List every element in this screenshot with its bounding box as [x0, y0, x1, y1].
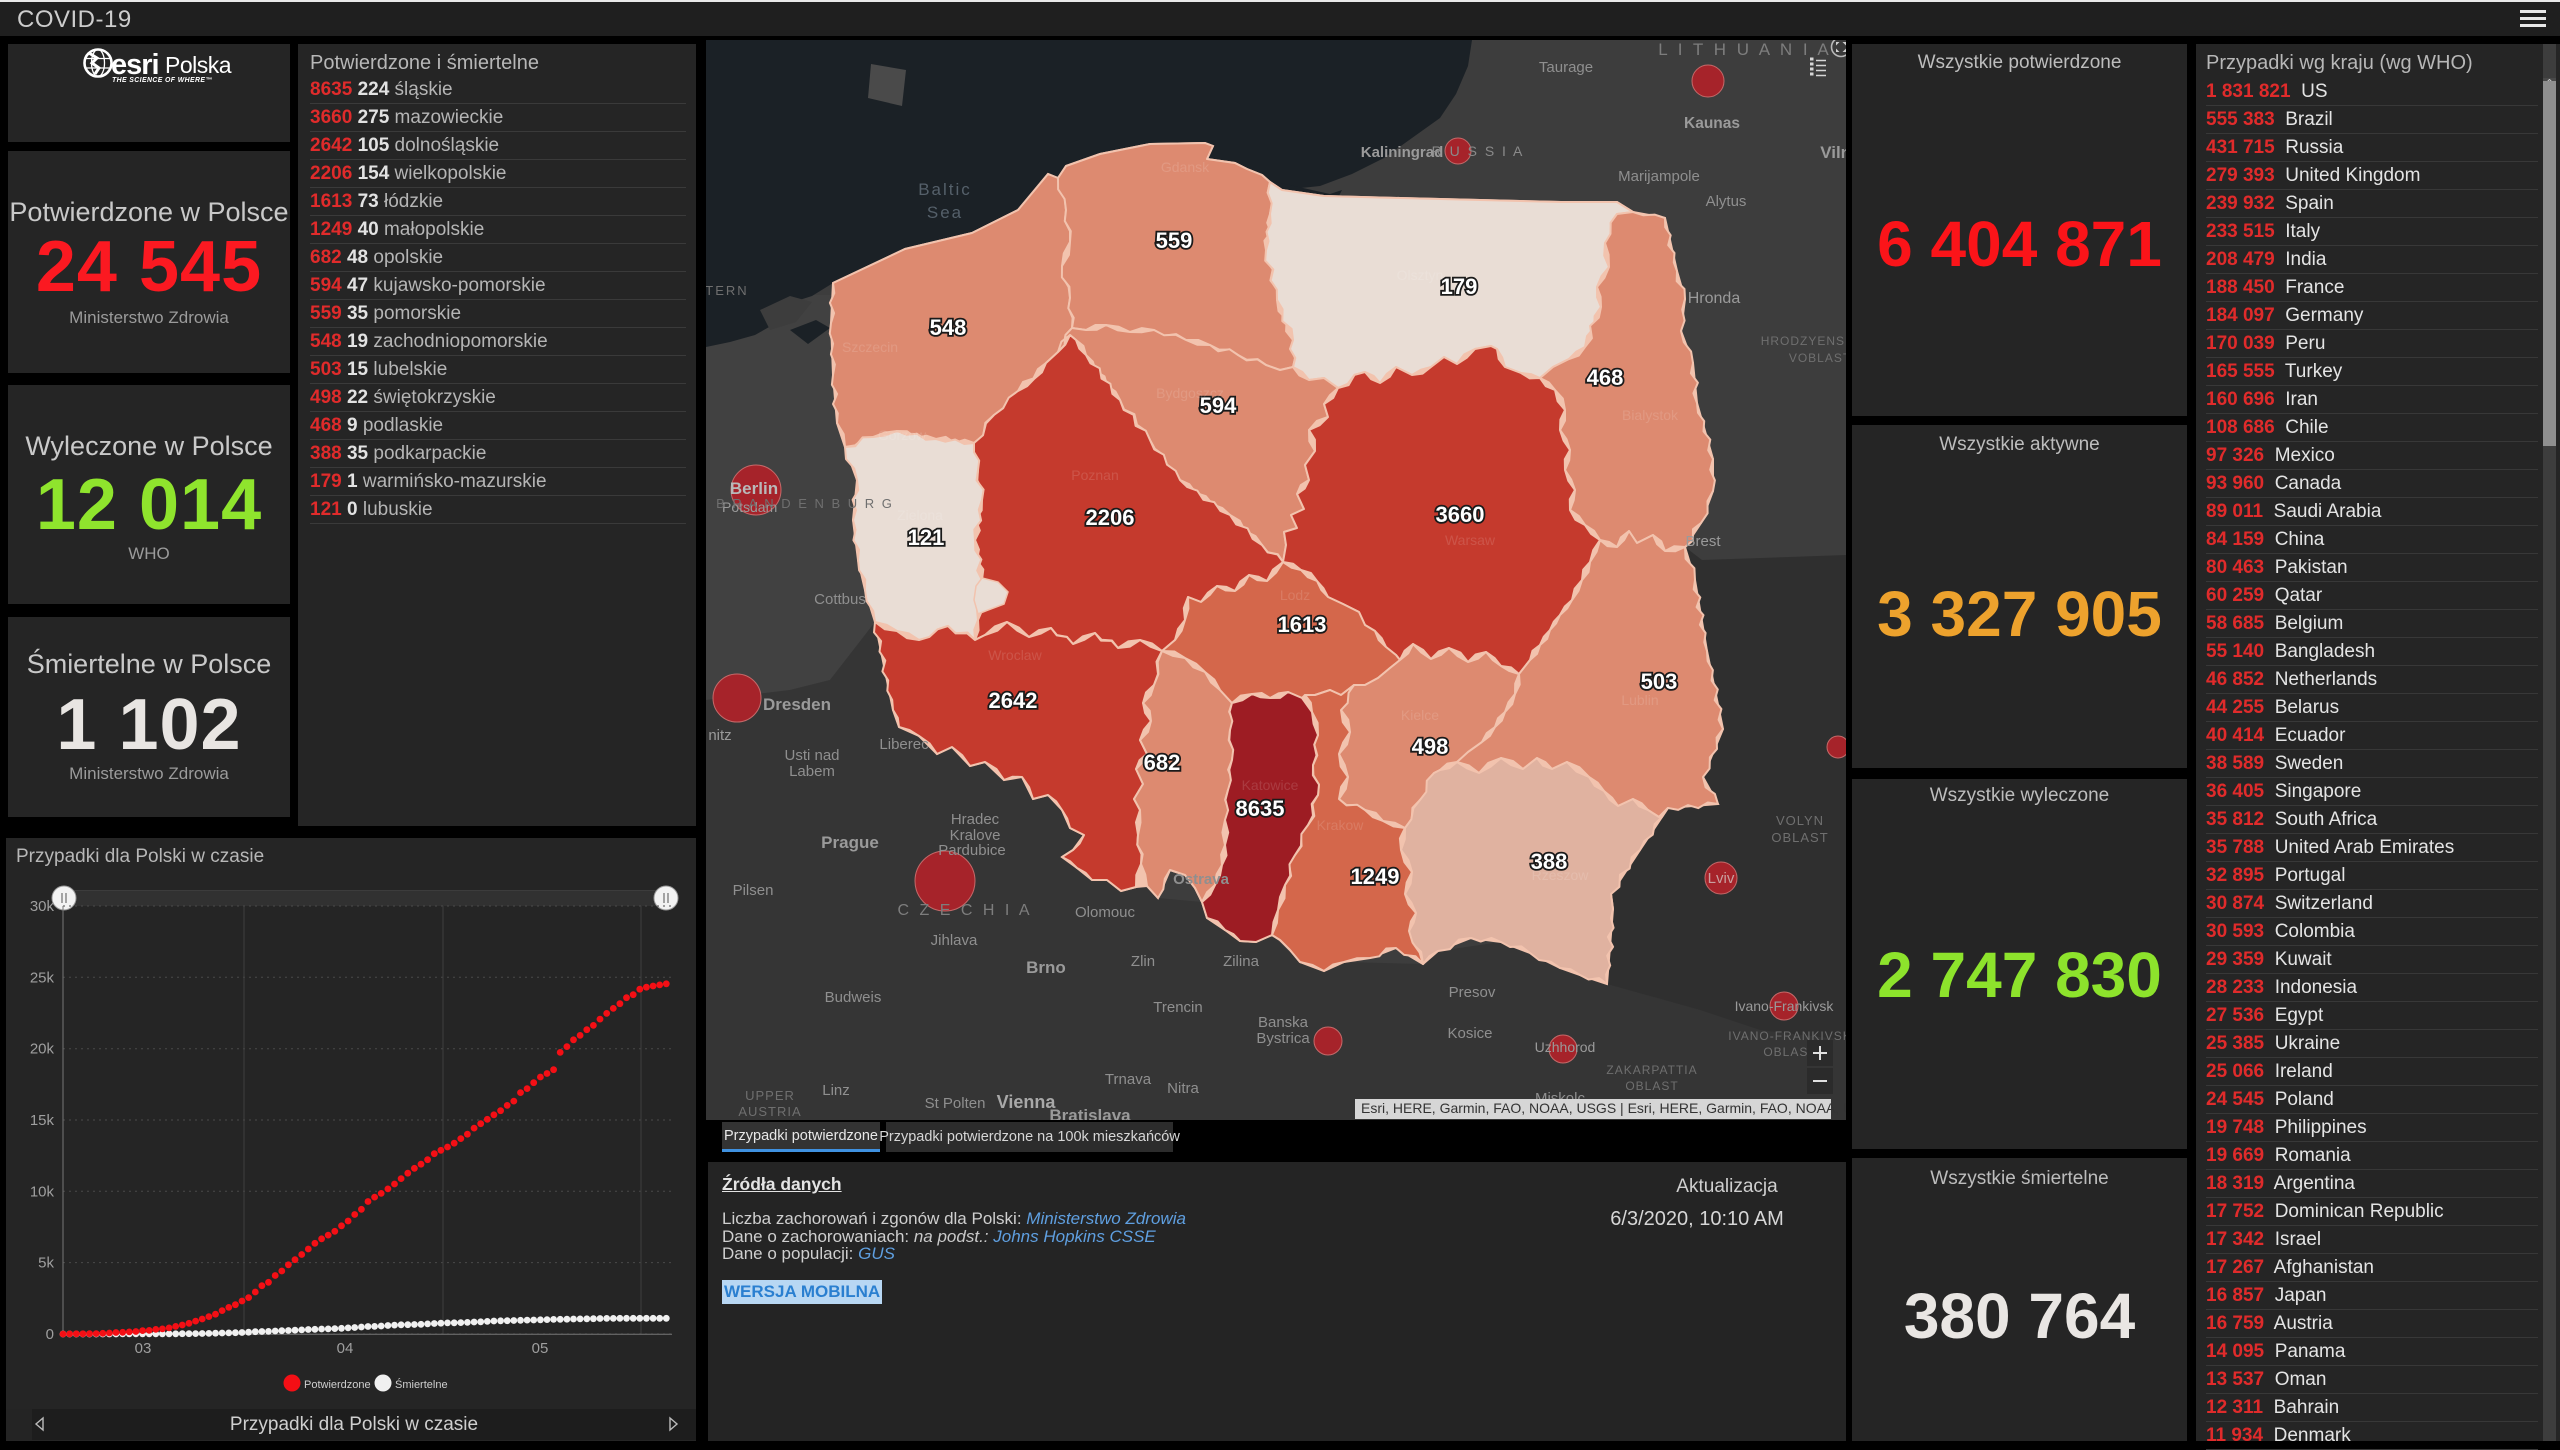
- svg-text:Trencin: Trencin: [1153, 999, 1202, 1016]
- svg-text:Lviv: Lviv: [1708, 870, 1735, 887]
- svg-text:Marijampole: Marijampole: [1618, 168, 1700, 185]
- svg-text:498: 498: [1412, 734, 1449, 759]
- svg-text:559: 559: [1156, 228, 1193, 253]
- svg-text:Nitra: Nitra: [1167, 1080, 1199, 1097]
- svg-text:Baltic: Baltic: [918, 180, 972, 199]
- svg-text:Warsaw: Warsaw: [1445, 532, 1496, 548]
- svg-text:Budweis: Budweis: [825, 989, 882, 1006]
- svg-text:C Z E C H I A: C Z E C H I A: [897, 902, 1032, 919]
- svg-text:Kaunas: Kaunas: [1684, 115, 1740, 132]
- svg-text:St Polten: St Polten: [925, 1095, 986, 1112]
- svg-text:5k: 5k: [38, 1255, 54, 1272]
- svg-text:Hronda: Hronda: [1688, 290, 1741, 307]
- svg-text:Vienna: Vienna: [997, 1092, 1057, 1112]
- svg-text:Zielona: Zielona: [897, 507, 943, 523]
- svg-text:Banska: Banska: [1258, 1014, 1309, 1031]
- svg-text:Bydgoszcz: Bydgoszcz: [1156, 385, 1224, 401]
- svg-text:B R A N D E N B U R G: B R A N D E N B U R G: [716, 496, 894, 511]
- svg-text:Uzhhorod: Uzhhorod: [1535, 1039, 1596, 1055]
- svg-text:468: 468: [1587, 365, 1624, 390]
- svg-text:Szczecin: Szczecin: [842, 339, 898, 355]
- svg-text:Poznan: Poznan: [1071, 467, 1118, 483]
- svg-text:Ostrava: Ostrava: [1173, 871, 1230, 888]
- svg-text:Jihlava: Jihlava: [931, 932, 978, 949]
- svg-text:Taurage: Taurage: [1539, 59, 1593, 76]
- svg-text:Ivano-Frankivsk: Ivano-Frankivsk: [1735, 998, 1835, 1014]
- svg-text:Brno: Brno: [1026, 958, 1066, 977]
- svg-text:Zlin: Zlin: [1131, 953, 1155, 970]
- svg-text:Prague: Prague: [821, 833, 879, 852]
- svg-text:UPPER: UPPER: [745, 1088, 795, 1103]
- svg-text:Cottbus: Cottbus: [814, 591, 866, 608]
- svg-text:Bystrica: Bystrica: [1256, 1030, 1310, 1047]
- svg-text:Usti nad: Usti nad: [784, 747, 839, 764]
- svg-text:Pilsen: Pilsen: [733, 882, 774, 899]
- svg-text:nitz: nitz: [708, 727, 731, 744]
- svg-text:10k: 10k: [30, 1183, 55, 1200]
- svg-text:Pardubice: Pardubice: [938, 842, 1006, 859]
- svg-text:Dresden: Dresden: [763, 695, 831, 714]
- svg-text:Przypadki dla Polski w czasie: Przypadki dla Polski w czasie: [16, 846, 264, 867]
- svg-text:Olsztyn: Olsztyn: [1397, 267, 1444, 283]
- svg-text:OBLAST: OBLAST: [1625, 1079, 1678, 1093]
- svg-text:Gdansk: Gdansk: [1161, 159, 1210, 175]
- svg-text:Lublin: Lublin: [1621, 692, 1658, 708]
- svg-text:OBLAST: OBLAST: [1771, 830, 1828, 845]
- svg-text:503: 503: [1641, 669, 1678, 694]
- svg-text:Bialystok: Bialystok: [1622, 407, 1679, 423]
- svg-text:682: 682: [1144, 750, 1181, 775]
- svg-text:Rzeszow: Rzeszow: [1532, 867, 1590, 883]
- svg-text:Olomouc: Olomouc: [1075, 904, 1136, 921]
- svg-text:Śmiertelne: Śmiertelne: [395, 1378, 448, 1391]
- svg-text:Linz: Linz: [822, 1082, 850, 1099]
- svg-text:HRODZYENSKAYA: HRODZYENSKAYA: [1761, 334, 1846, 348]
- svg-text:05: 05: [532, 1340, 549, 1357]
- svg-text:Lodz: Lodz: [1280, 587, 1310, 603]
- svg-text:Presov: Presov: [1449, 984, 1496, 1001]
- svg-text:Esri, HERE, Garmin, FAO, NOAA,: Esri, HERE, Garmin, FAO, NOAA, USGS | Es…: [1361, 1100, 1846, 1116]
- svg-text:Liberec: Liberec: [879, 736, 929, 753]
- svg-text:Kosice: Kosice: [1447, 1025, 1492, 1042]
- svg-text:121: 121: [908, 525, 945, 550]
- svg-text:AUSTRIA: AUSTRIA: [738, 1104, 801, 1119]
- svg-text:03: 03: [135, 1340, 152, 1357]
- svg-text:Katowice: Katowice: [1242, 777, 1299, 793]
- svg-text:Przypadki dla Polski w czasie: Przypadki dla Polski w czasie: [230, 1414, 478, 1435]
- svg-text:Potwierdzone: Potwierdzone: [304, 1379, 371, 1391]
- svg-text:15k: 15k: [30, 1112, 55, 1129]
- svg-text:Brest: Brest: [1685, 533, 1721, 550]
- svg-text:Vilni: Vilni: [1820, 143, 1846, 162]
- svg-text:Hradec: Hradec: [951, 811, 1000, 828]
- svg-text:Sea: Sea: [927, 203, 963, 222]
- svg-text:2642: 2642: [989, 688, 1038, 713]
- svg-text:Krakow: Krakow: [1317, 817, 1365, 833]
- svg-text:8635: 8635: [1236, 796, 1285, 821]
- svg-text:1249: 1249: [1351, 864, 1400, 889]
- svg-text:Trnava: Trnava: [1105, 1071, 1152, 1088]
- svg-text:VOBLAST: VOBLAST: [1789, 351, 1846, 365]
- svg-text:548: 548: [930, 315, 967, 340]
- svg-text:Alytus: Alytus: [1706, 193, 1747, 210]
- svg-text:THE SCIENCE OF WHERE™: THE SCIENCE OF WHERE™: [112, 77, 213, 84]
- svg-text:Polska: Polska: [165, 52, 232, 78]
- svg-text:Gorzow: Gorzow: [878, 427, 927, 443]
- svg-text:L I T H U A N I A: L I T H U A N I A: [1658, 40, 1832, 59]
- svg-text:25k: 25k: [30, 969, 55, 986]
- svg-text:Zilina: Zilina: [1223, 953, 1260, 970]
- svg-text:Kielce: Kielce: [1401, 707, 1439, 723]
- svg-text:179: 179: [1441, 274, 1478, 299]
- svg-text:30k: 30k: [30, 898, 55, 915]
- svg-text:04: 04: [337, 1340, 354, 1357]
- svg-text:Labem: Labem: [789, 763, 835, 780]
- svg-text:TERN: TERN: [706, 283, 749, 298]
- svg-text:2206: 2206: [1086, 505, 1135, 530]
- svg-text:ZAKARPATTIA: ZAKARPATTIA: [1606, 1063, 1697, 1077]
- svg-text:Wroclaw: Wroclaw: [988, 647, 1042, 663]
- svg-text:1613: 1613: [1278, 612, 1327, 637]
- svg-text:VOLYN: VOLYN: [1776, 813, 1824, 828]
- svg-text:3660: 3660: [1436, 502, 1485, 527]
- svg-text:20k: 20k: [30, 1041, 55, 1058]
- svg-text:R U S S I A: R U S S I A: [1432, 143, 1525, 159]
- svg-text:0: 0: [46, 1326, 54, 1343]
